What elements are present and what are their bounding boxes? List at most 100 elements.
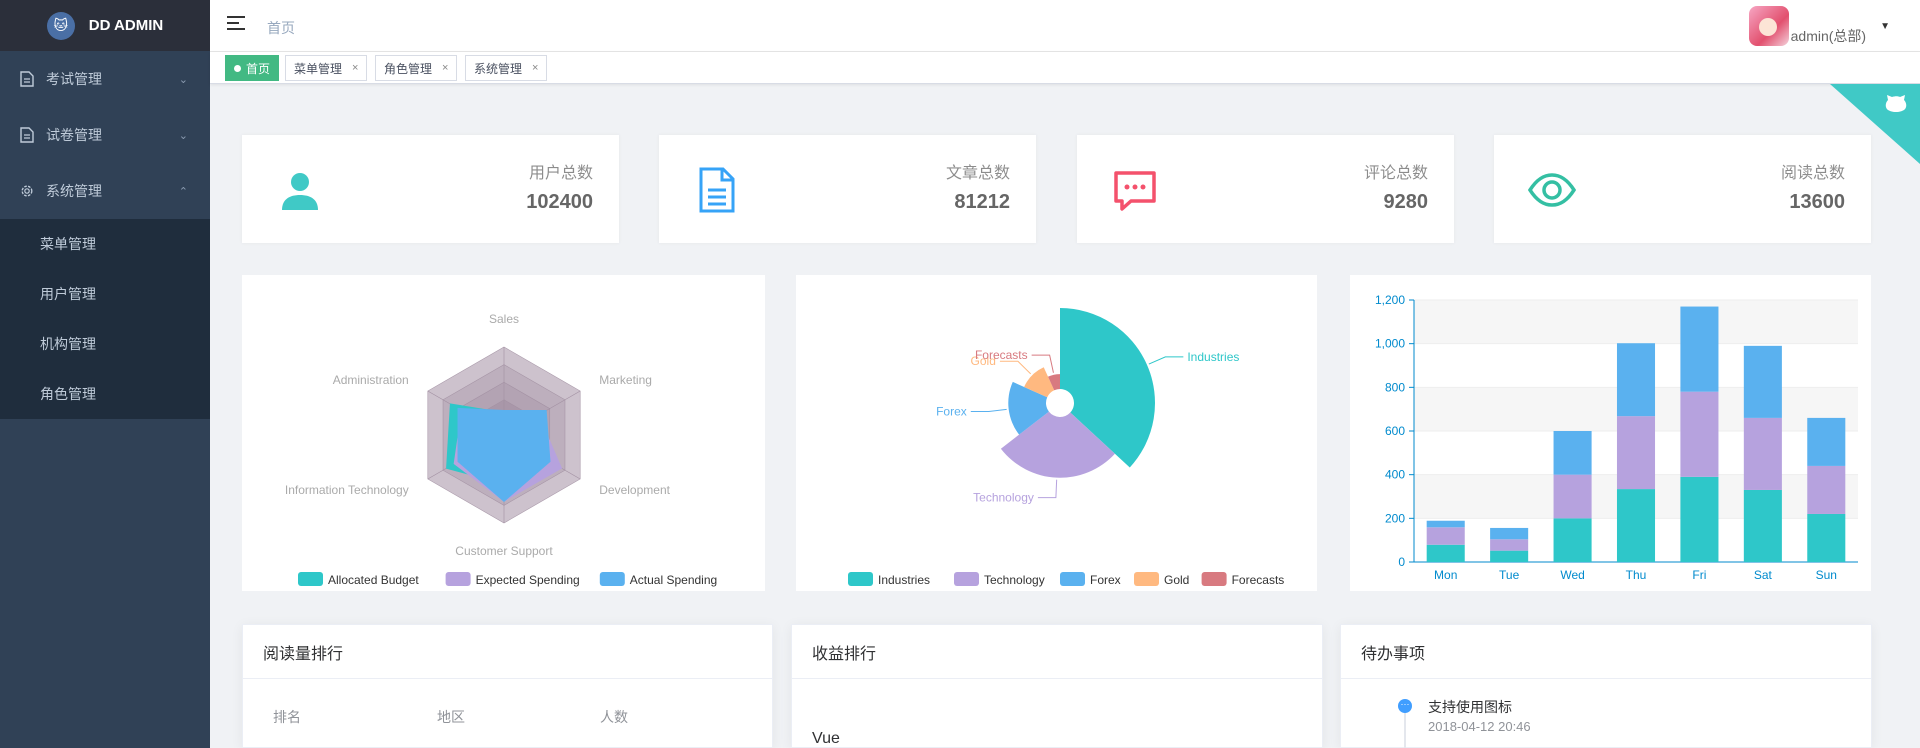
- sidebar-item-org[interactable]: 机构管理: [0, 319, 210, 369]
- logo[interactable]: 🐱 DD ADMIN: [0, 0, 210, 51]
- y-tick-label: 0: [1398, 555, 1405, 569]
- x-tick-label: Mon: [1434, 568, 1457, 582]
- tags-view: 首页 菜单管理 × 角色管理 × 系统管理 ×: [210, 52, 1920, 84]
- reading-rank-card: 阅读量排行 排名 地区 人数: [242, 624, 773, 748]
- menu-paper[interactable]: 试卷管理 ⌄: [0, 107, 210, 163]
- y-tick-label: 600: [1385, 424, 1405, 438]
- radar-chart: Sales Marketing Development Customer Suppor…: [285, 312, 717, 587]
- column-header: 排名: [273, 709, 301, 725]
- bar-segment: [1680, 391, 1719, 477]
- username: admin(总部): [1790, 28, 1867, 44]
- submenu-system: 菜单管理 用户管理 机构管理 角色管理: [0, 219, 210, 419]
- legend-label: Technology: [984, 573, 1045, 587]
- card-title: 待办事项: [1341, 625, 1871, 679]
- legend-swatch: [848, 572, 873, 586]
- slice-leader-line: [1037, 479, 1058, 499]
- bar-segment: [1553, 518, 1592, 562]
- tag-menu[interactable]: 菜单管理 ×: [285, 55, 368, 81]
- panel-users[interactable]: 用户总数 102400: [242, 135, 619, 243]
- column-header: 人数: [600, 709, 628, 725]
- slice-label: Industries: [1187, 350, 1239, 364]
- bar-segment: [1807, 513, 1846, 562]
- caret-down-icon: ▼: [1880, 21, 1890, 32]
- legend-swatch: [1060, 572, 1085, 586]
- tag-system[interactable]: 系统管理 ×: [465, 55, 548, 81]
- radar-chart-card: Sales Marketing Development Customer Suppor…: [242, 275, 765, 591]
- chevron-down-icon: ⌄: [178, 129, 188, 142]
- user-dropdown[interactable]: admin(总部) ▼: [1748, 6, 1890, 46]
- tag-role[interactable]: 角色管理 ×: [375, 55, 458, 81]
- menu-exam[interactable]: 考试管理 ⌄: [0, 51, 210, 107]
- panel-articles[interactable]: 文章总数 81212: [659, 135, 1036, 243]
- menu-label: 考试管理: [46, 71, 102, 87]
- message-icon: [1114, 171, 1156, 211]
- menu-label: 试卷管理: [46, 127, 102, 143]
- legend-label: Gold: [1164, 573, 1189, 587]
- y-tick-label: 1,200: [1375, 293, 1405, 307]
- breadcrumb[interactable]: 首页: [267, 18, 295, 38]
- panel-label: 阅读总数: [1780, 165, 1845, 182]
- bar-segment: [1743, 417, 1782, 490]
- panel-comments[interactable]: 评论总数 9280: [1077, 135, 1454, 243]
- x-tick-label: Fri: [1692, 568, 1706, 582]
- eye-icon: [1528, 173, 1576, 207]
- sidebar-item-menu[interactable]: 菜单管理: [0, 219, 210, 269]
- close-icon[interactable]: ×: [532, 62, 538, 74]
- legend-swatch: [298, 572, 323, 586]
- slice-label: Forex: [936, 405, 967, 419]
- table-header: 排名 地区 人数: [263, 679, 752, 748]
- document-icon: [699, 167, 735, 213]
- sidebar-item-roles[interactable]: 角色管理: [0, 369, 210, 419]
- chevron-down-icon: ⌄: [178, 73, 188, 86]
- avatar[interactable]: [1748, 6, 1789, 46]
- bar-chart-card: 0 200 400 600 800 1,000 1,200 Mon Tue Wed Thu Fri Sa…: [1350, 275, 1871, 591]
- close-icon[interactable]: ×: [352, 62, 358, 74]
- panel-reads[interactable]: 阅读总数 13600: [1494, 135, 1871, 243]
- bar-segment: [1807, 417, 1846, 466]
- document-icon: [20, 71, 34, 87]
- bar-segment: [1616, 489, 1656, 562]
- github-octocat-icon: [1885, 95, 1907, 112]
- user-icon: [282, 173, 318, 210]
- logo-icon: 🐱: [46, 11, 75, 40]
- card-title: 阅读量排行: [243, 625, 772, 679]
- logo-text: DD ADMIN: [88, 17, 164, 34]
- todo-text: 支持使用图标: [1428, 699, 1512, 715]
- pie-chart: Industries Technology Forex Gold Forecasts In…: [848, 308, 1284, 587]
- sidebar: 🐱 DD ADMIN 考试管理 ⌄ 试卷管理 ⌄ 系统管理 ⌃ 菜单管理 用户管…: [0, 0, 210, 748]
- active-dot-icon: [234, 64, 241, 72]
- bar-segment: [1490, 550, 1529, 562]
- todo-timeline: ··· 支持使用图标 2018-04-12 20:46: [1341, 679, 1871, 748]
- legend-swatch: [1134, 572, 1159, 586]
- legend-swatch: [1201, 572, 1227, 586]
- panel-value: 81212: [954, 191, 1010, 213]
- menu-system[interactable]: 系统管理 ⌃: [0, 163, 210, 219]
- radar-indicator-label: Sales: [489, 312, 519, 326]
- income-rank-card: 收益排行 Vue: [791, 624, 1323, 748]
- radar-indicator-label: Information Technology: [285, 483, 409, 497]
- tag-home[interactable]: 首页: [225, 55, 280, 81]
- menu-label: 系统管理: [46, 183, 102, 199]
- slice-leader-line: [999, 360, 1032, 375]
- x-tick-label: Wed: [1560, 568, 1584, 582]
- legend-label: Allocated Budget: [328, 573, 419, 587]
- x-tick-label: Sat: [1754, 568, 1773, 582]
- x-tick-label: Tue: [1499, 568, 1520, 582]
- column-header: 地区: [437, 709, 465, 725]
- chevron-up-icon: ⌃: [178, 185, 188, 198]
- radar-indicator-label: Customer Support: [455, 544, 553, 558]
- close-icon[interactable]: ×: [442, 62, 448, 74]
- bar-segment: [1616, 416, 1656, 490]
- document-icon: [20, 127, 34, 143]
- income-item: Vue: [812, 730, 840, 747]
- bar-segment: [1807, 465, 1846, 514]
- hamburger-icon[interactable]: [227, 16, 245, 30]
- legend-swatch: [445, 572, 471, 586]
- radar-indicator-label: Development: [599, 483, 670, 497]
- sidebar-item-users[interactable]: 用户管理: [0, 269, 210, 319]
- panel-value: 102400: [526, 191, 593, 213]
- legend-label: Industries: [878, 573, 930, 587]
- legend-label: Expected Spending: [476, 573, 580, 587]
- bar-chart: 0 200 400 600 800 1,000 1,200 Mon Tue Wed Thu Fri Sa…: [1375, 293, 1858, 582]
- todo-time: 2018-04-12 20:46: [1428, 719, 1531, 734]
